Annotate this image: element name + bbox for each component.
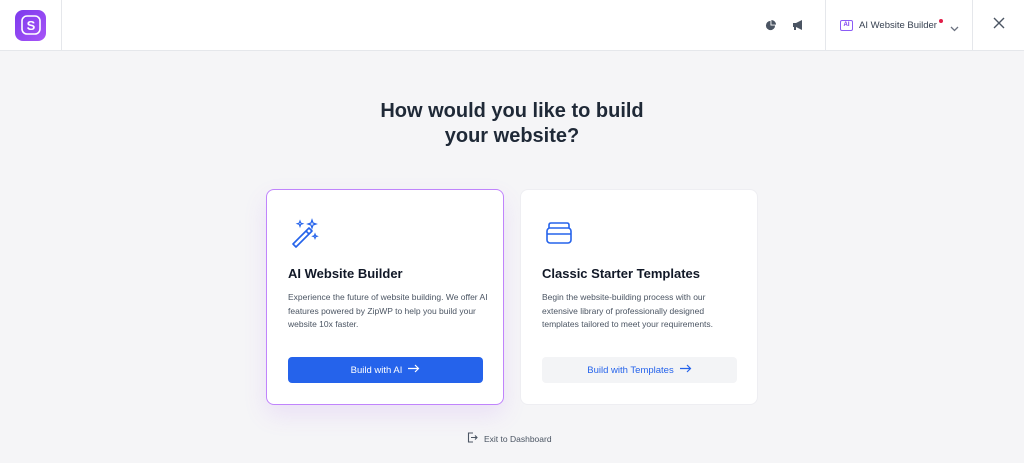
pie-chart-icon[interactable] [764, 19, 776, 31]
starter-templates-logo-icon[interactable]: S [15, 9, 46, 41]
mode-label: AI Website Builder [859, 19, 937, 31]
build-with-templates-button[interactable]: Build with Templates [542, 357, 737, 383]
svg-text:S: S [26, 18, 35, 33]
page-title: How would you like to build your website… [312, 99, 712, 149]
chevron-down-icon [950, 19, 959, 37]
button-label: Build with AI [350, 364, 403, 376]
notification-dot [939, 18, 943, 23]
button-label: Build with Templates [587, 364, 674, 376]
build-with-ai-button[interactable]: Build with AI [288, 357, 483, 383]
exit-label: Exit to Dashboard [484, 433, 552, 444]
page-title-line2: your website? [444, 125, 580, 147]
logo-cell: S [0, 0, 62, 51]
card-title: AI Website Builder [288, 266, 403, 281]
exit-to-dashboard-link[interactable]: Exit to Dashboard [467, 432, 552, 445]
ai-badge-icon: AI [840, 19, 853, 31]
page-title-line1: How would you like to build [380, 100, 644, 122]
megaphone-icon[interactable] [792, 19, 804, 31]
top-bar: S AI AI Website Builder [0, 0, 1024, 51]
card-title: Classic Starter Templates [542, 266, 700, 281]
arrow-right-icon [408, 364, 420, 376]
stacked-boxes-icon [544, 218, 574, 248]
builder-mode-selector[interactable]: AI AI Website Builder [825, 0, 973, 51]
ai-website-builder-card[interactable]: AI Website Builder Experience the future… [266, 189, 504, 405]
arrow-right-icon [679, 364, 692, 376]
magic-wand-icon [290, 218, 320, 248]
close-icon [993, 16, 1005, 34]
close-button[interactable] [973, 0, 1024, 51]
classic-starter-templates-card[interactable]: Classic Starter Templates Begin the webs… [520, 189, 758, 405]
exit-icon [467, 432, 478, 445]
card-description: Begin the website-building process with … [542, 292, 714, 329]
card-description: Experience the future of website buildin… [288, 292, 488, 329]
